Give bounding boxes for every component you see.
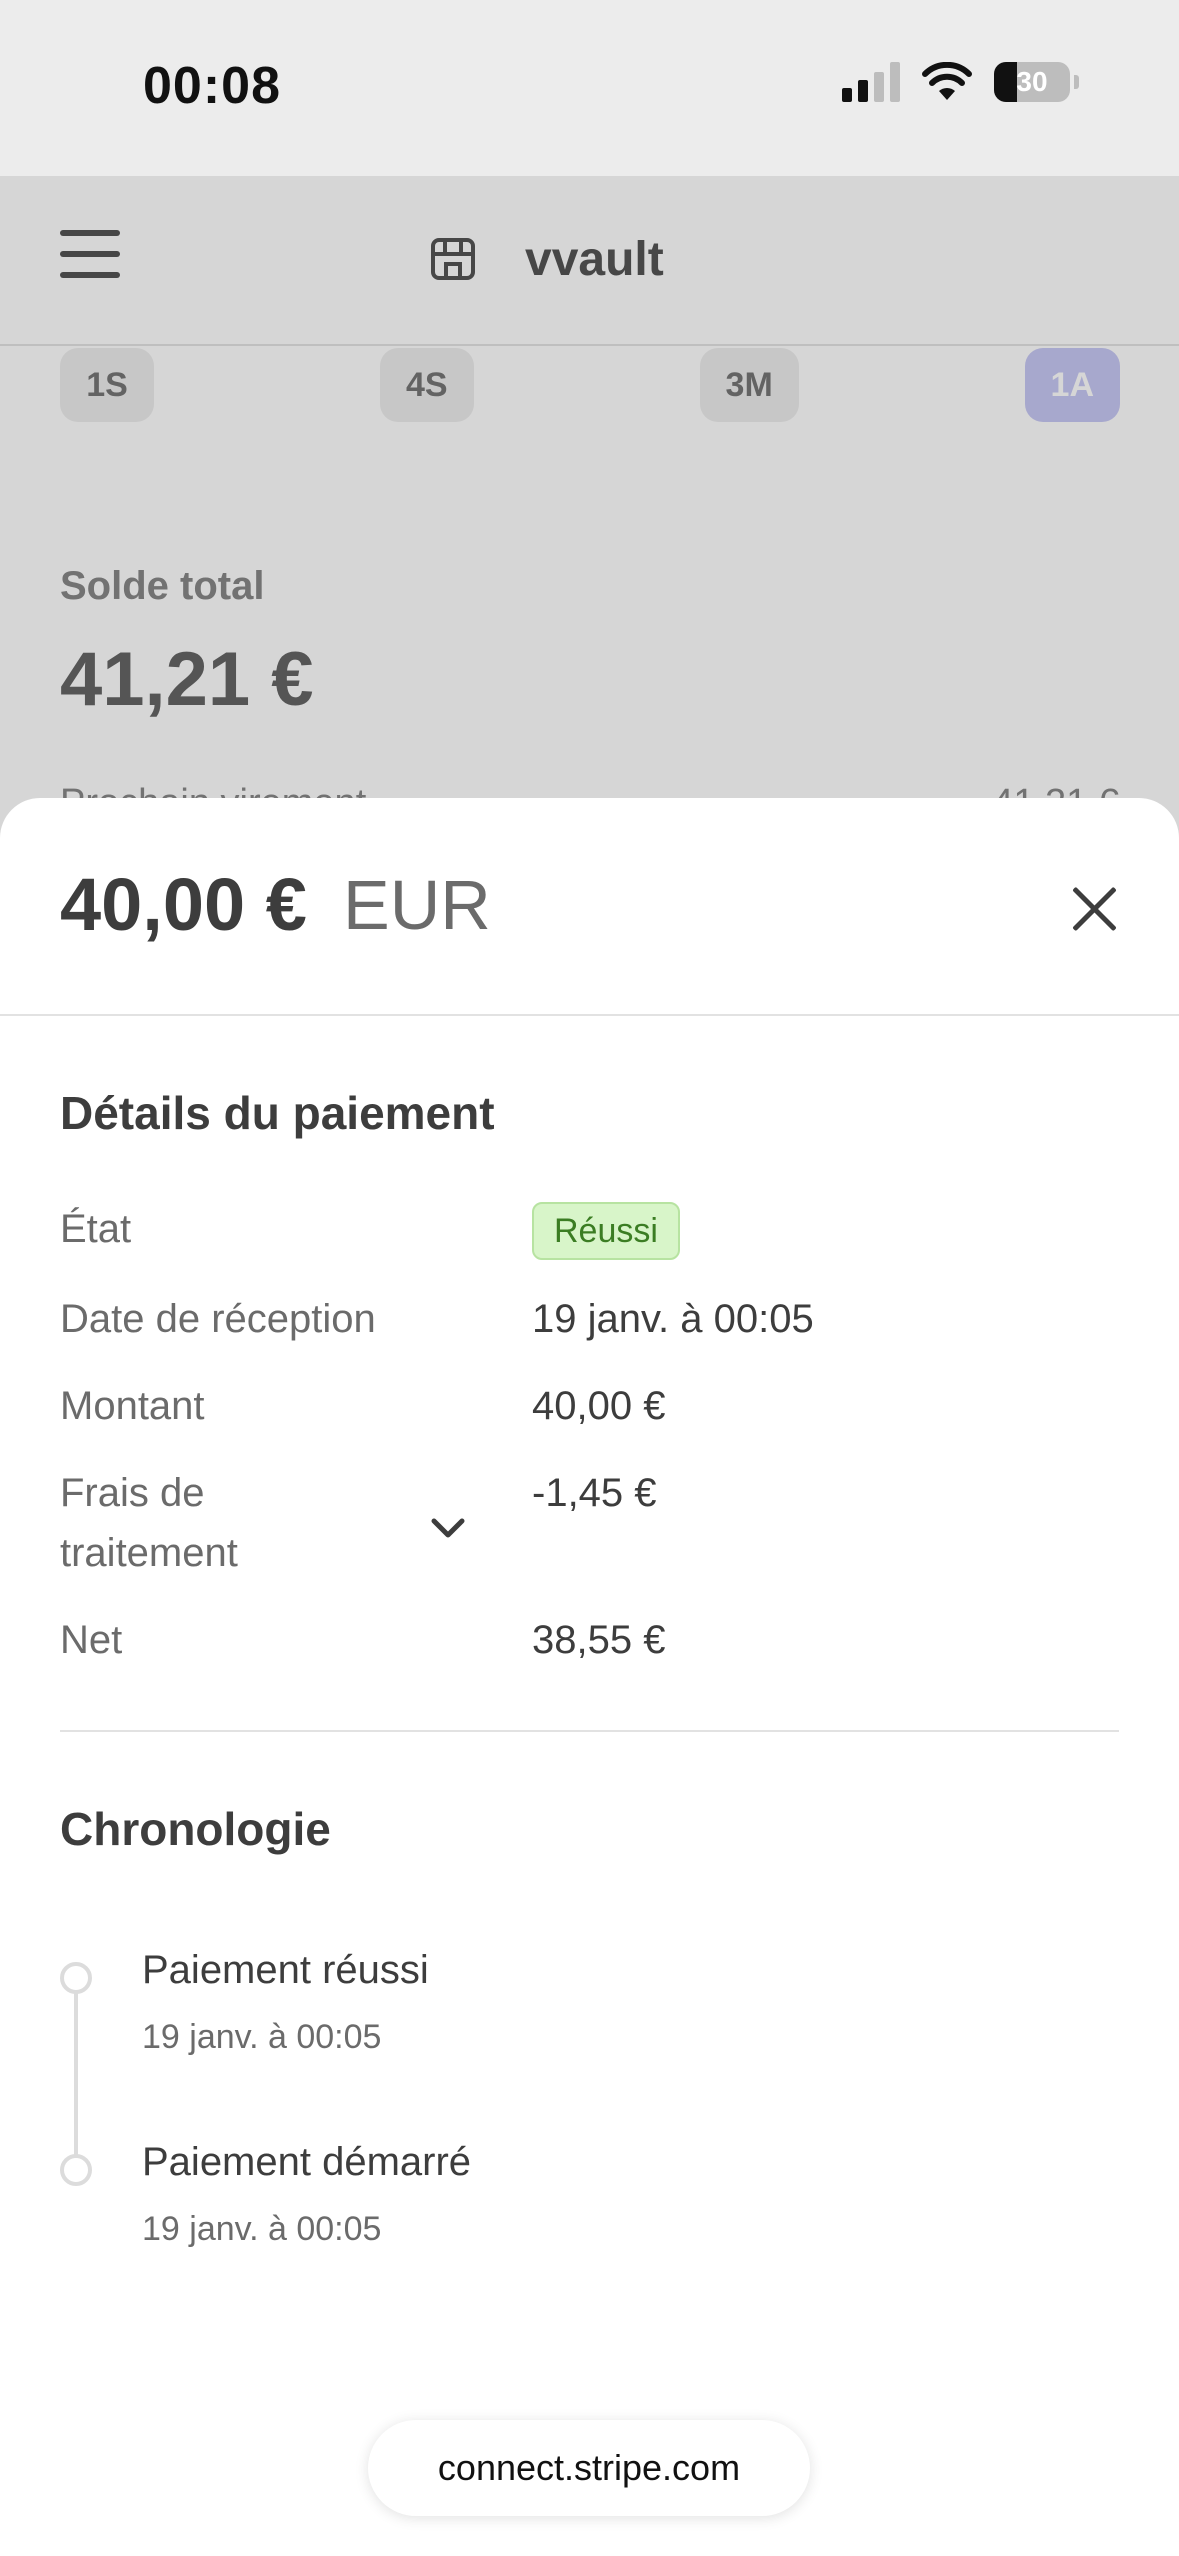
- sheet-header: 40,00 € EUR: [0, 798, 1179, 1016]
- timeline-line: [74, 1976, 78, 2168]
- status-badge: Réussi: [532, 1202, 680, 1260]
- details-title: Détails du paiement: [60, 1087, 495, 1139]
- section-divider: [60, 1730, 1119, 1732]
- fees-label-line1: Frais de: [60, 1471, 205, 1515]
- payment-amount: 40,00 €: [60, 863, 307, 946]
- status-time: 00:08: [143, 57, 281, 115]
- battery-cap: [1074, 75, 1079, 89]
- screen: 00:08 30 vvault 1S 4S 3M 1A Solde total …: [0, 0, 1179, 2556]
- browser-url-bar[interactable]: connect.stripe.com: [368, 2420, 810, 2516]
- timeline-dot: [60, 1962, 92, 1994]
- chevron-down-icon[interactable]: [428, 1508, 468, 1548]
- battery-icon: 30: [994, 62, 1070, 102]
- payment-sheet: 40,00 € EUR Détails du paiement État Réu…: [0, 798, 1179, 2556]
- timeline-dot: [60, 2154, 92, 2186]
- status-bar: 00:08 30: [0, 0, 1179, 176]
- close-icon[interactable]: [1064, 878, 1124, 938]
- date-value: 19 janv. à 00:05: [532, 1297, 814, 1341]
- wifi-icon: [922, 62, 972, 100]
- battery-percent: 30: [1016, 66, 1048, 97]
- payment-currency: EUR: [343, 866, 491, 944]
- amount-label: Montant: [60, 1384, 205, 1428]
- status-label: État: [60, 1207, 132, 1251]
- timeline-event-date: 19 janv. à 00:05: [142, 2210, 382, 2248]
- amount-value: 40,00 €: [532, 1384, 666, 1428]
- timeline-event-title: Paiement réussi: [142, 1948, 429, 1992]
- status-icons: 30: [842, 62, 1079, 102]
- timeline-event-title: Paiement démarré: [142, 2140, 472, 2184]
- fees-label-line2: traitement: [60, 1531, 238, 1575]
- cellular-signal-icon: [842, 62, 900, 102]
- timeline-title: Chronologie: [60, 1803, 331, 1855]
- net-label: Net: [60, 1618, 123, 1662]
- fees-value: -1,45 €: [532, 1471, 657, 1515]
- net-value: 38,55 €: [532, 1618, 666, 1662]
- timeline-event-date: 19 janv. à 00:05: [142, 2018, 382, 2056]
- date-label: Date de réception: [60, 1297, 376, 1341]
